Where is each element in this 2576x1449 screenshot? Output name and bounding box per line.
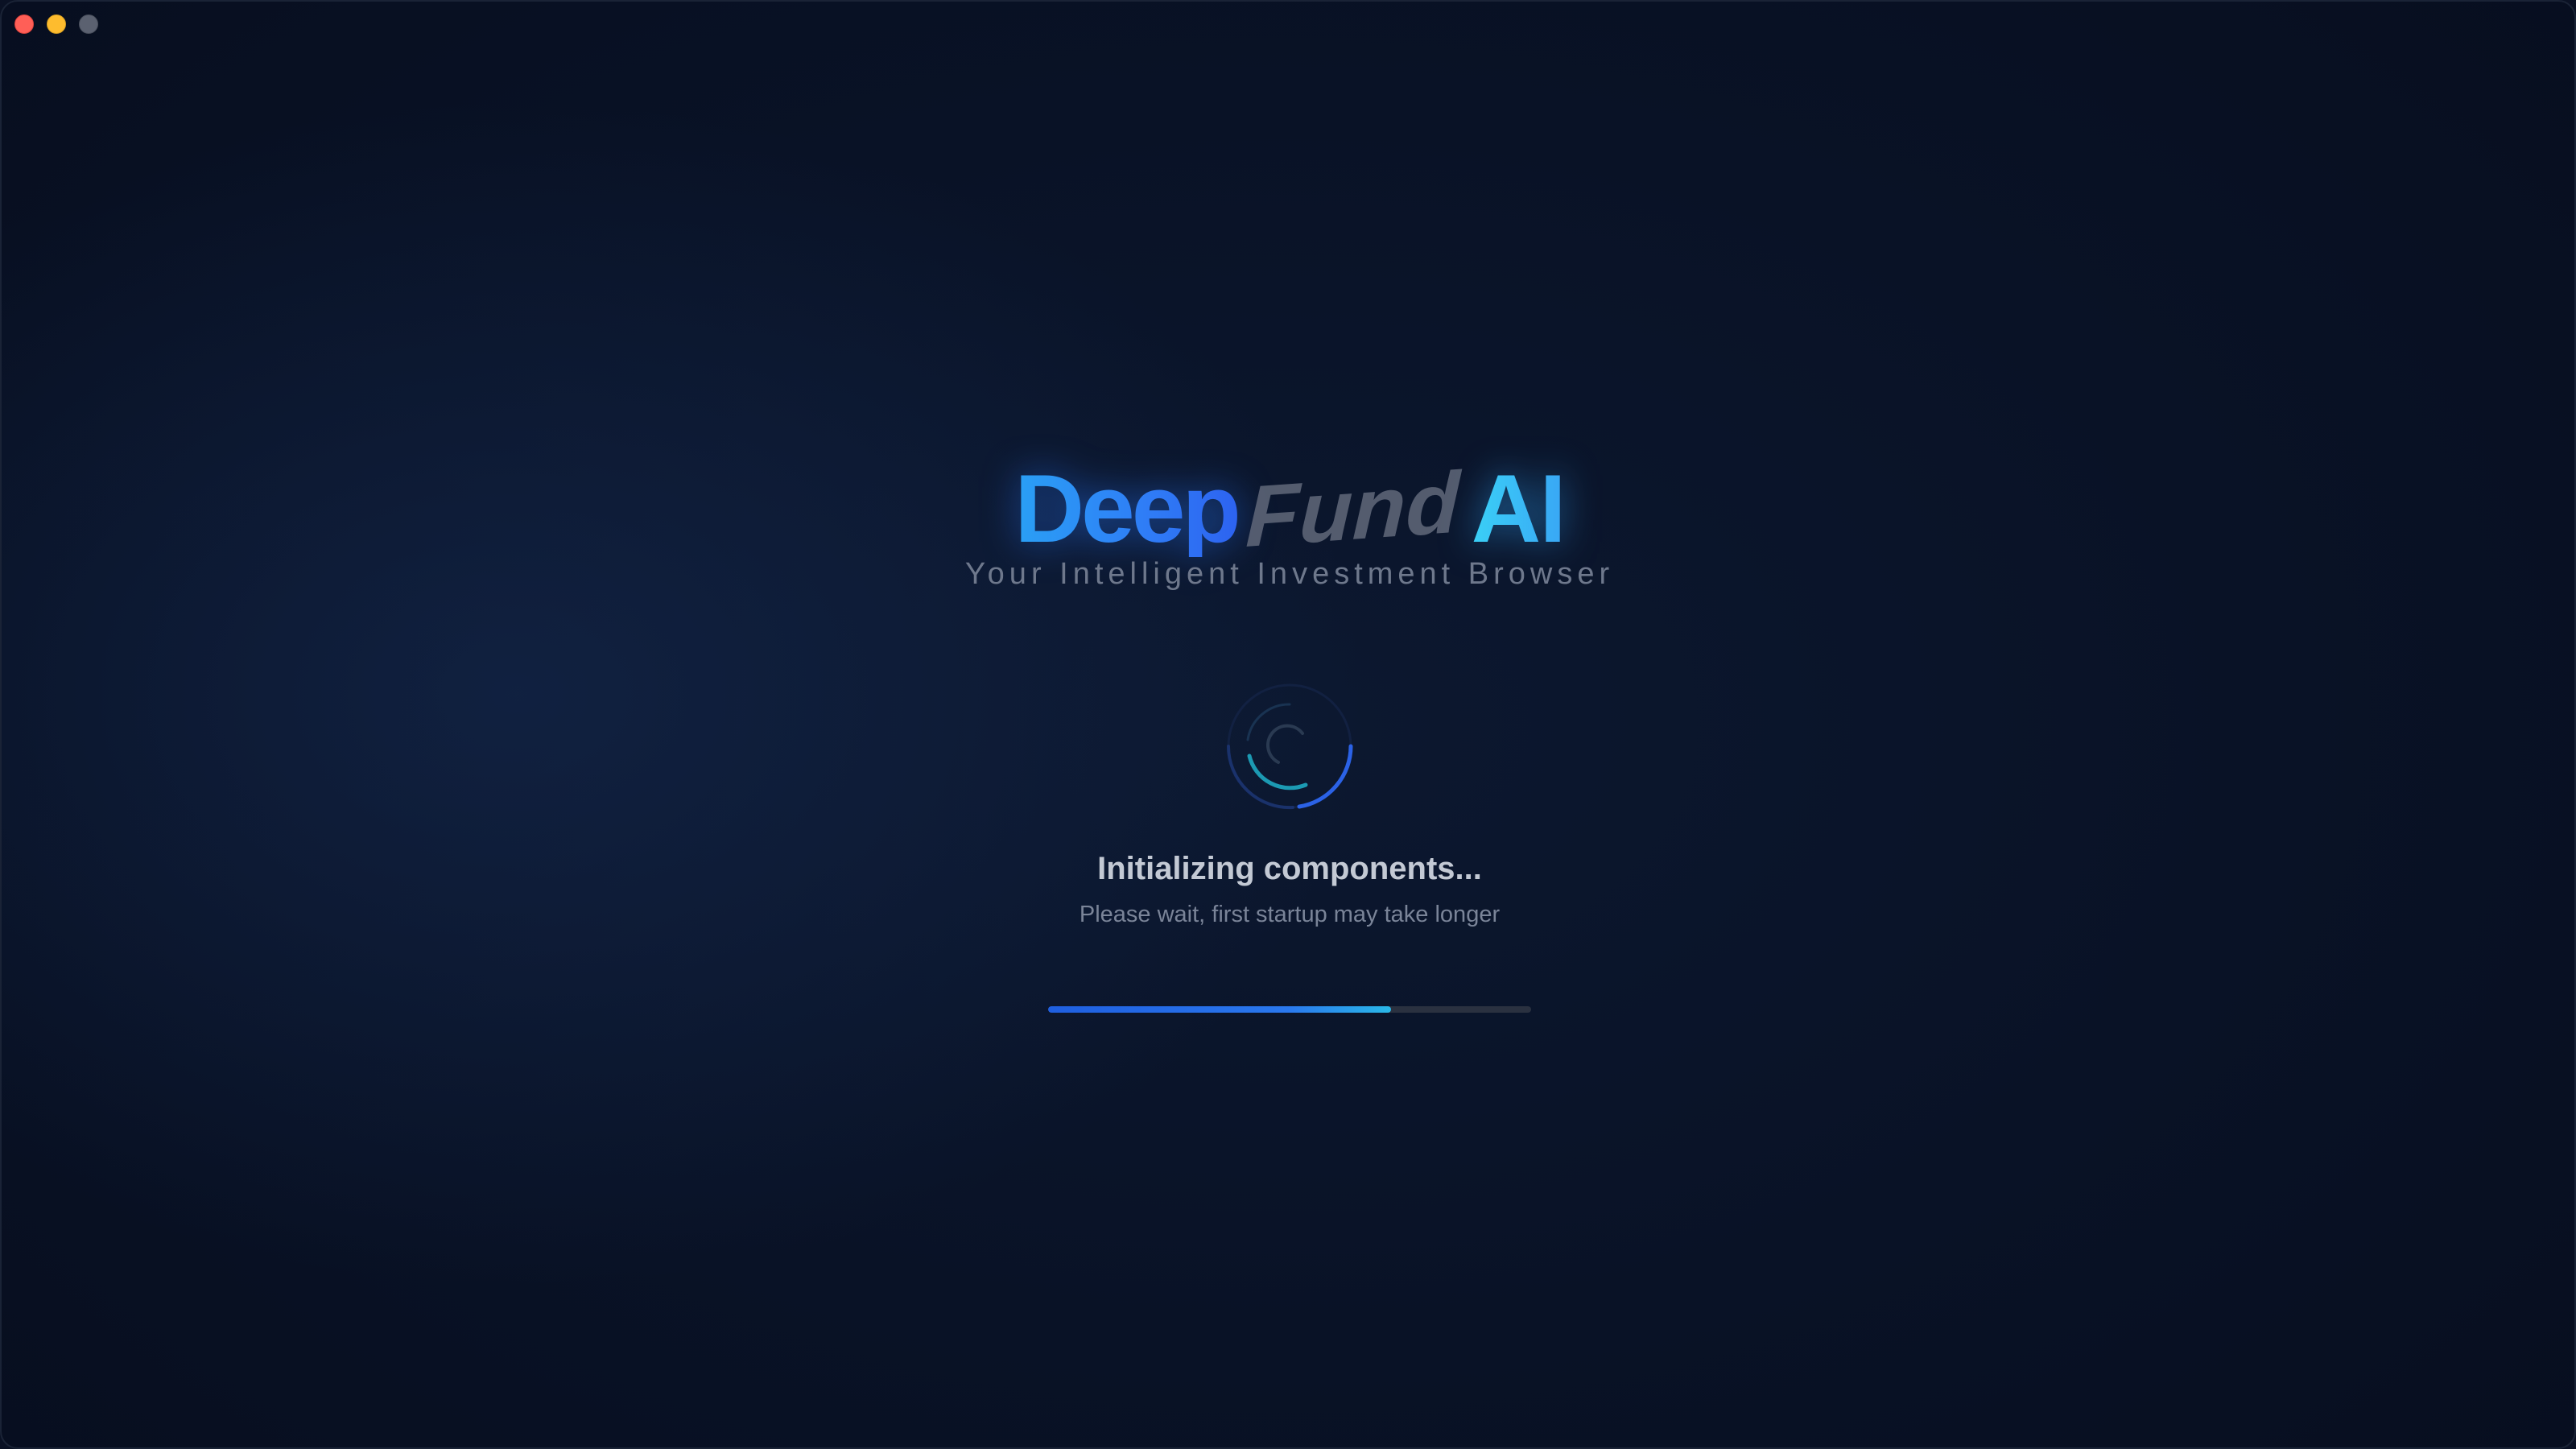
zoom-button[interactable] bbox=[79, 14, 98, 34]
close-button[interactable] bbox=[14, 14, 34, 34]
app-logo: Deep Fund AI bbox=[2, 436, 2574, 565]
app-tagline: Your Intelligent Investment Browser bbox=[964, 557, 1615, 591]
logo-fund-text: Fund bbox=[1244, 452, 1461, 565]
progress-bar bbox=[1048, 1006, 1531, 1013]
loading-status: Initializing components... bbox=[1097, 851, 1482, 886]
progress-bar-fill bbox=[1048, 1006, 1391, 1013]
app-window: Deep Fund AI Your Intelligent Investment… bbox=[0, 0, 2576, 1449]
logo-deep-text: Deep bbox=[1014, 455, 1241, 563]
loading-message: Please wait, first startup may take long… bbox=[1079, 902, 1501, 927]
window-controls bbox=[14, 14, 98, 34]
minimize-button[interactable] bbox=[47, 14, 66, 34]
spinner-icon bbox=[1226, 683, 1353, 810]
logo-ai-text: AI bbox=[1471, 455, 1567, 563]
